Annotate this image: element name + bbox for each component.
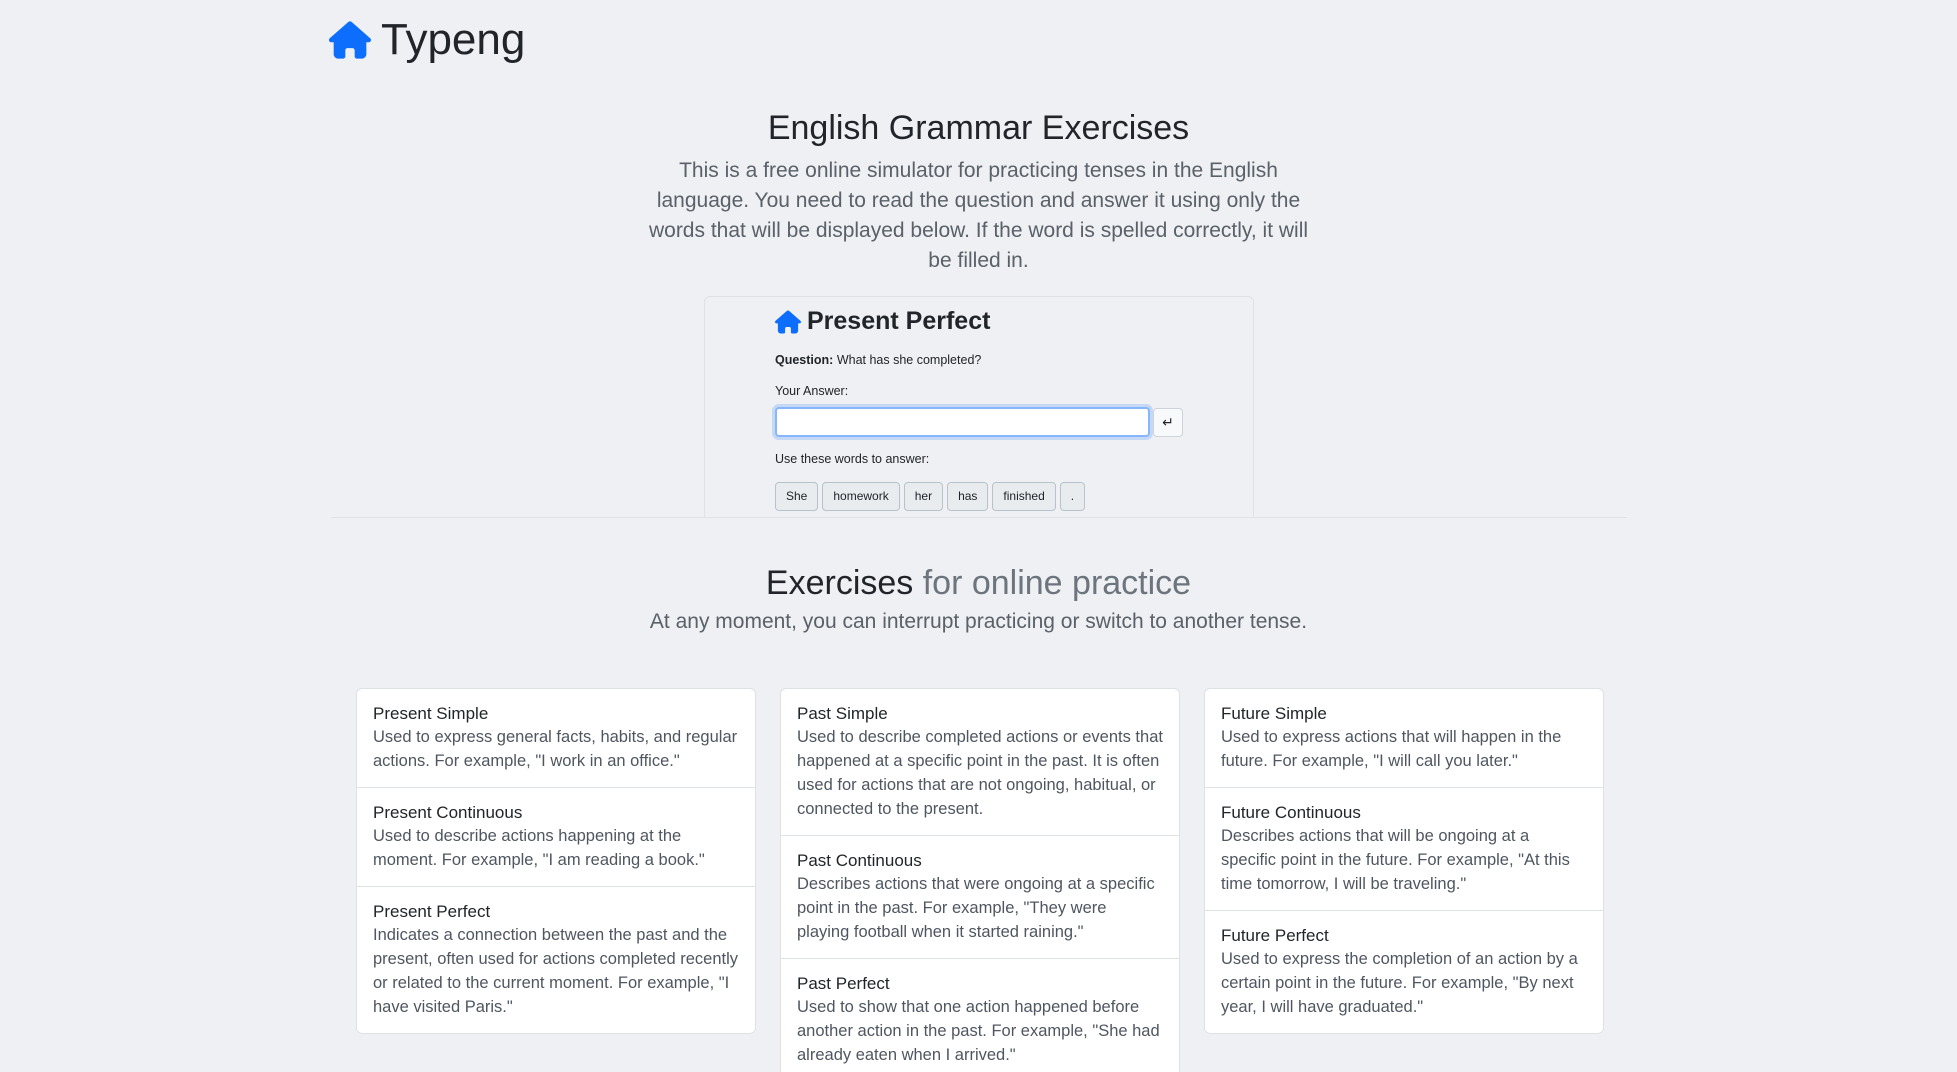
- future-tenses-list: Future Simple Used to express actions th…: [1204, 688, 1604, 1034]
- tense-description: Used to describe completed actions or ev…: [797, 728, 1163, 818]
- tense-title: Future Perfect: [1221, 926, 1329, 945]
- tense-description: Indicates a connection between the past …: [373, 926, 739, 1016]
- past-tenses-list: Past Simple Used to describe completed a…: [780, 688, 1180, 1072]
- demo-title-text: Present Perfect: [807, 307, 991, 335]
- words-label: Use these words to answer:: [775, 452, 930, 466]
- page: Typeng English Grammar Exercises This is…: [0, 0, 1957, 1072]
- list-item[interactable]: Past Simple Used to describe completed a…: [781, 689, 1179, 836]
- list-item[interactable]: Future Continuous Describes actions that…: [1205, 788, 1603, 911]
- tense-description: Used to express general facts, habits, a…: [373, 728, 738, 770]
- tense-description: Describes actions that were ongoing at a…: [797, 875, 1155, 941]
- tense-title: Present Continuous: [373, 803, 523, 822]
- word-chip[interactable]: her: [903, 482, 944, 511]
- page-title: English Grammar Exercises: [767, 109, 1190, 147]
- house-icon: [775, 309, 801, 334]
- tense-title: Future Simple: [1221, 704, 1327, 723]
- list-item[interactable]: Present Perfect Indicates a connection b…: [357, 887, 755, 1033]
- hero-section: English Grammar Exercises This is a free…: [0, 104, 1957, 276]
- tense-description: Used to express actions that will happen…: [1221, 728, 1562, 770]
- list-item[interactable]: Past Continuous Describes actions that w…: [781, 836, 1179, 959]
- exercises-subtitle: At any moment, you can interrupt practic…: [649, 610, 1308, 633]
- list-item[interactable]: Future Simple Used to express actions th…: [1205, 689, 1603, 788]
- present-tenses-list: Present Simple Used to express general f…: [356, 688, 756, 1034]
- tense-description: Used to show that one action happened be…: [797, 998, 1160, 1064]
- word-chip[interactable]: finished: [992, 482, 1056, 511]
- exercises-header: Exercises for online practice At any mom…: [0, 560, 1957, 636]
- word-chips: She homework her has finished .: [775, 482, 1086, 511]
- tense-title: Present Perfect: [373, 902, 491, 921]
- list-item[interactable]: Present Simple Used to express general f…: [357, 689, 755, 788]
- house-icon: [329, 21, 371, 59]
- tense-title: Past Simple: [797, 704, 888, 723]
- demo-question: Question: What has she completed?: [775, 353, 981, 367]
- divider: [331, 517, 1627, 518]
- answer-input[interactable]: [775, 407, 1150, 437]
- tense-title: Past Continuous: [797, 851, 922, 870]
- tense-title: Past Perfect: [797, 974, 890, 993]
- hero-description: This is a free online simulator for prac…: [648, 159, 1309, 272]
- list-item[interactable]: Future Perfect Used to express the compl…: [1205, 911, 1603, 1033]
- tense-description: Used to express the completion of an act…: [1221, 950, 1578, 1016]
- tense-description: Used to describe actions happening at th…: [373, 827, 705, 869]
- exercises-title-muted: for online practice: [913, 564, 1192, 602]
- demo-title: Present Perfect: [775, 307, 990, 336]
- brand-link[interactable]: Typeng: [329, 14, 525, 66]
- word-chip[interactable]: has: [947, 482, 989, 511]
- question-text: What has she completed?: [833, 353, 982, 367]
- question-label: Question:: [775, 353, 834, 367]
- exercises-title: Exercises for online practice: [0, 560, 1957, 606]
- tense-description: Describes actions that will be ongoing a…: [1221, 827, 1570, 893]
- answer-label: Your Answer:: [775, 384, 849, 398]
- brand-name: Typeng: [381, 15, 526, 64]
- word-chip[interactable]: She: [775, 482, 819, 511]
- demo-preview: Present Perfect Question: What has she c…: [704, 296, 1254, 517]
- list-item[interactable]: Past Perfect Used to show that one actio…: [781, 959, 1179, 1072]
- word-chip[interactable]: .: [1059, 482, 1086, 511]
- tense-title: Future Continuous: [1221, 803, 1361, 822]
- enter-button[interactable]: ↵: [1153, 408, 1183, 437]
- exercises-title-main: Exercises: [765, 564, 914, 602]
- list-item[interactable]: Present Continuous Used to describe acti…: [357, 788, 755, 887]
- tense-title: Present Simple: [373, 704, 489, 723]
- word-chip[interactable]: homework: [822, 482, 900, 511]
